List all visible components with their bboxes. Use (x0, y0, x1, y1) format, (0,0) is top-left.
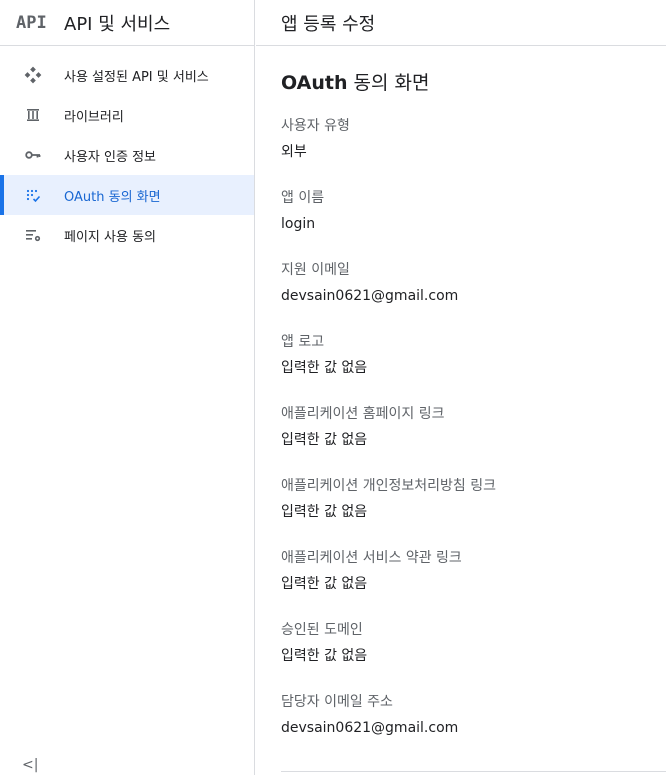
field-value: 입력한 값 없음 (281, 432, 368, 448)
field-label: 담당자 이메일 주소 (281, 694, 393, 710)
field-label: 지원 이메일 (281, 262, 350, 278)
consent-summary: OAuth 동의 화면 사용자 유형 외부 앱 이름 login 지원 이메일 … (256, 68, 666, 762)
field-label: 앱 로고 (281, 334, 325, 350)
collapse-sidebar-button[interactable]: <| (22, 757, 38, 773)
field-value: 입력한 값 없음 (281, 504, 368, 520)
field-label: 애플리케이션 개인정보처리방침 링크 (281, 478, 496, 494)
field-value: 외부 (281, 144, 307, 160)
field-list: 사용자 유형 외부 앱 이름 login 지원 이메일 devsain0621@… (281, 114, 666, 762)
settings-list-icon (24, 226, 42, 244)
field-value: 입력한 값 없음 (281, 576, 368, 592)
field-app-logo: 앱 로고 입력한 값 없음 (281, 330, 666, 402)
sidebar-item-page-usage-agreement[interactable]: 페이지 사용 동의 (0, 215, 254, 255)
field-label: 사용자 유형 (281, 118, 350, 134)
api-logo-icon: API (16, 12, 47, 33)
key-icon (24, 146, 42, 164)
field-value: 입력한 값 없음 (281, 648, 368, 664)
field-user-type: 사용자 유형 외부 (281, 114, 666, 186)
field-label: 앱 이름 (281, 190, 325, 206)
section-title: OAuth 동의 화면 (281, 68, 666, 98)
sidebar-header: API API 및 서비스 (0, 0, 254, 46)
sidebar-item-label: 페이지 사용 동의 (64, 229, 156, 245)
field-label: 애플리케이션 서비스 약관 링크 (281, 550, 462, 566)
page-title: 앱 등록 수정 (281, 13, 376, 35)
sidebar-item-label: 사용 설정된 API 및 서비스 (64, 69, 209, 85)
field-label: 승인된 도메인 (281, 622, 363, 638)
sidebar-item-oauth-consent[interactable]: OAuth 동의 화면 (0, 175, 254, 215)
section-title-rest: 동의 화면 (347, 72, 430, 94)
field-authorized-domains: 승인된 도메인 입력한 값 없음 (281, 618, 666, 690)
sidebar-item-library[interactable]: 라이브러리 (0, 95, 254, 135)
field-terms-of-service-link: 애플리케이션 서비스 약관 링크 입력한 값 없음 (281, 546, 666, 618)
app-root: API API 및 서비스 사용 설정된 API 및 서비스 라이브러리 사용자… (0, 0, 666, 775)
sidebar-title: API 및 서비스 (64, 13, 171, 35)
library-icon (24, 106, 42, 124)
diamond-dots-icon (24, 66, 42, 84)
sidebar-nav: 사용 설정된 API 및 서비스 라이브러리 사용자 인증 정보 OAuth 동… (0, 55, 254, 255)
oauth-dots-icon (24, 186, 42, 204)
sidebar-item-label: 사용자 인증 정보 (64, 149, 156, 165)
section-title-strong: OAuth (281, 72, 348, 94)
sidebar-item-enabled-apis[interactable]: 사용 설정된 API 및 서비스 (0, 55, 254, 95)
sidebar-item-credentials[interactable]: 사용자 인증 정보 (0, 135, 254, 175)
field-support-email: 지원 이메일 devsain0621@gmail.com (281, 258, 666, 330)
field-value: login (281, 216, 316, 232)
field-value: 입력한 값 없음 (281, 360, 368, 376)
field-app-name: 앱 이름 login (281, 186, 666, 258)
field-label: 애플리케이션 홈페이지 링크 (281, 406, 445, 422)
field-developer-contact-email: 담당자 이메일 주소 devsain0621@gmail.com (281, 690, 666, 762)
field-value: devsain0621@gmail.com (281, 720, 459, 736)
field-privacy-policy-link: 애플리케이션 개인정보처리방침 링크 입력한 값 없음 (281, 474, 666, 546)
divider (281, 771, 666, 772)
sidebar-item-label: 라이브러리 (64, 109, 124, 125)
sidebar-item-label: OAuth 동의 화면 (64, 189, 161, 205)
field-value: devsain0621@gmail.com (281, 288, 459, 304)
main-panel: 앱 등록 수정 OAuth 동의 화면 사용자 유형 외부 앱 이름 login… (256, 0, 666, 775)
sidebar: API API 및 서비스 사용 설정된 API 및 서비스 라이브러리 사용자… (0, 0, 255, 775)
page-header: 앱 등록 수정 (256, 0, 666, 46)
field-homepage-link: 애플리케이션 홈페이지 링크 입력한 값 없음 (281, 402, 666, 474)
